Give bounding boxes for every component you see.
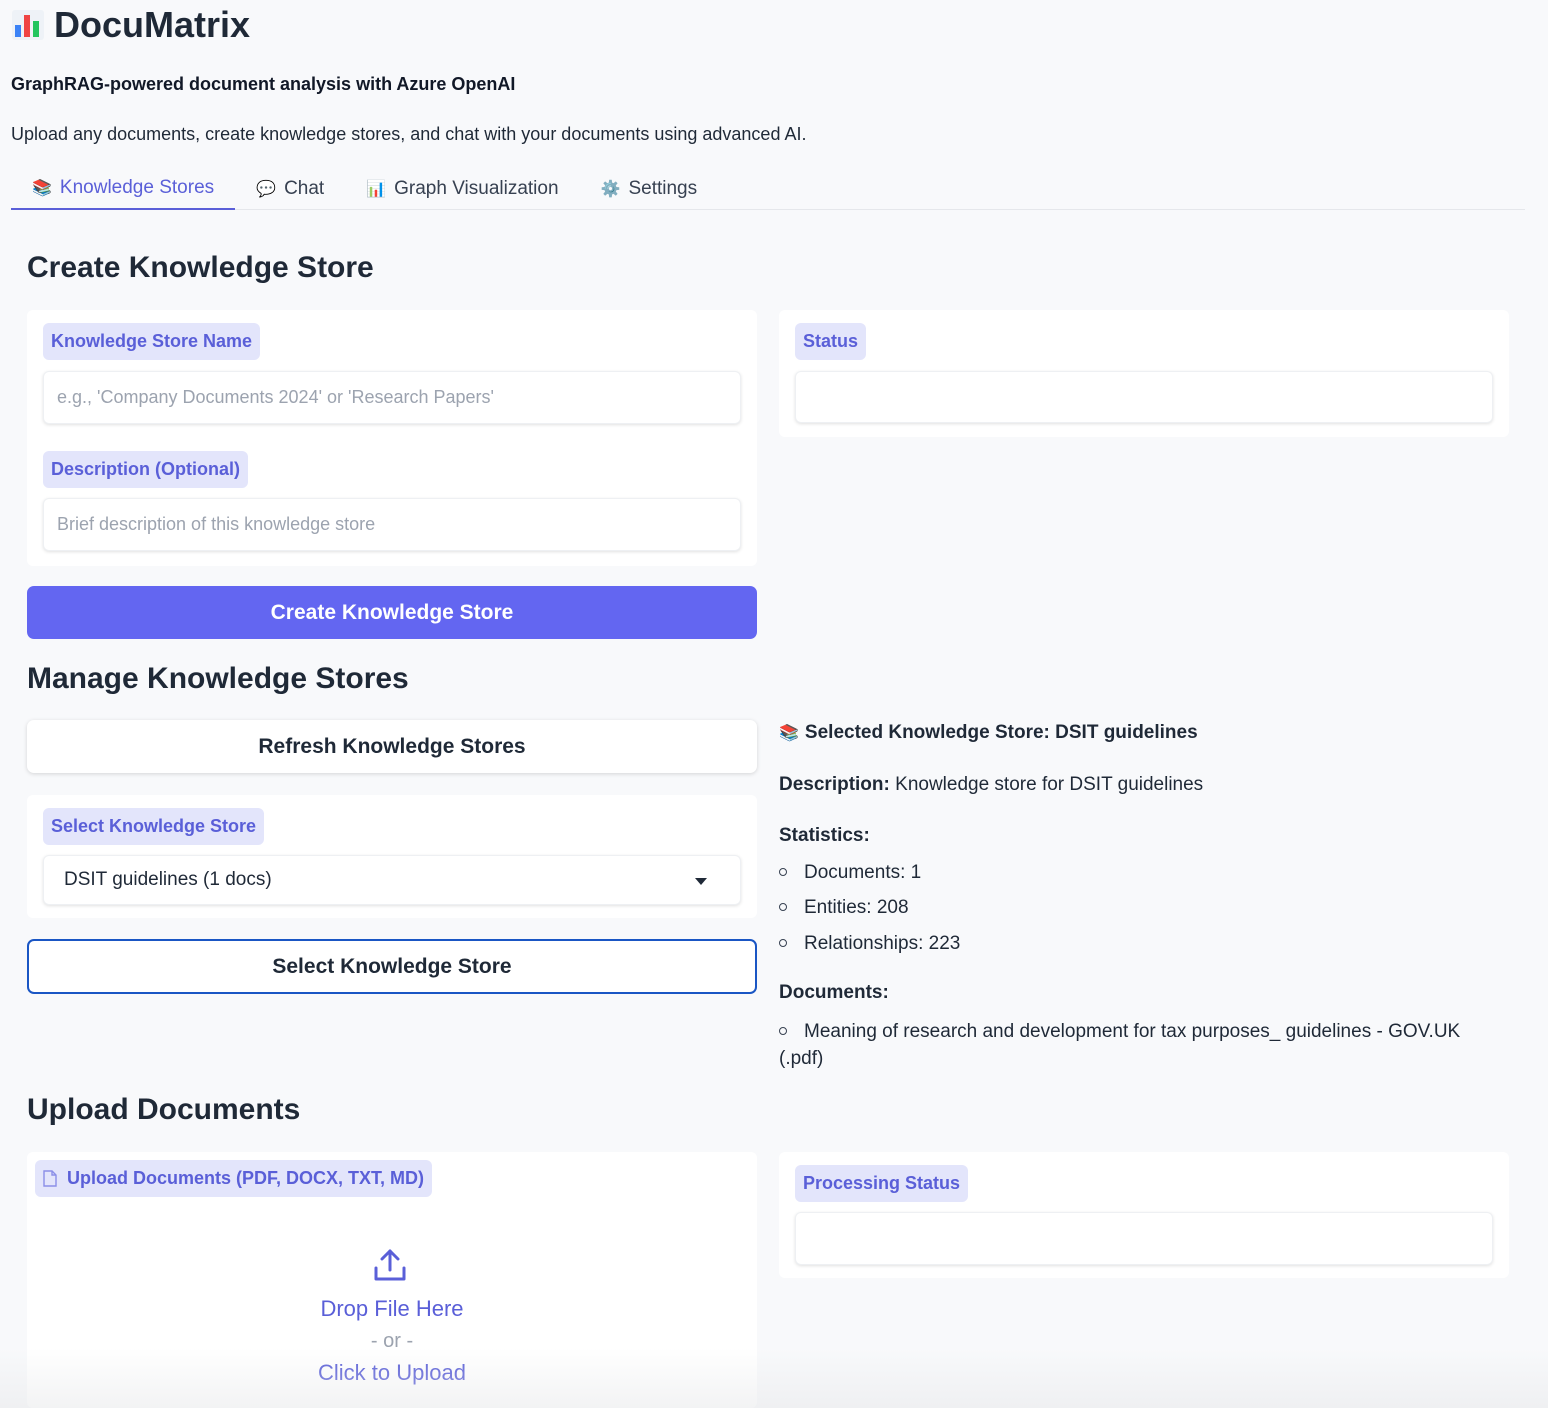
bar-chart-icon: 📊 (366, 181, 387, 198)
upload-label: Upload Documents (PDF, DOCX, TXT, MD) (35, 1160, 433, 1197)
app-subtitle: GraphRAG-powered document analysis with … (11, 74, 516, 94)
statistics-heading: Statistics: (779, 825, 870, 846)
app-title: DocuMatrix (12, 4, 250, 46)
chevron-down-icon (695, 878, 707, 885)
description-key: Description: (779, 774, 890, 795)
status-output (795, 371, 1493, 423)
tab-label: Graph Visualization (394, 178, 559, 199)
upload-section-title: Upload Documents (27, 1093, 301, 1126)
description-input[interactable]: Brief description of this knowledge stor… (43, 498, 741, 551)
bullet-icon (779, 868, 787, 876)
create-section-title: Create Knowledge Store (27, 251, 374, 284)
stat-entities: Entities: 208 (804, 897, 909, 918)
speech-bubble-icon: 💬 (256, 181, 277, 198)
tab-label: Chat (284, 178, 325, 199)
description-label: Description (Optional) (43, 451, 248, 488)
bullet-icon (779, 939, 787, 947)
tab-label: Settings (628, 178, 698, 199)
manage-section-title: Manage Knowledge Stores (27, 662, 409, 695)
status-label: Status (795, 323, 867, 360)
selected-store-heading-text: Selected Knowledge Store: DSIT guideline… (804, 722, 1198, 743)
list-item: Entities: 208 (779, 897, 909, 919)
stat-relationships: Relationships: 223 (804, 933, 961, 954)
upload-label-text: Upload Documents (PDF, DOCX, TXT, MD) (67, 1168, 425, 1188)
app-title-text: DocuMatrix (54, 4, 251, 45)
tab-label: Knowledge Stores (59, 177, 215, 198)
tab-chat[interactable]: 💬 Chat (235, 168, 345, 210)
or-separator: - or - (370, 1330, 414, 1352)
upload-icon (372, 1248, 408, 1287)
bar-chart-icon (12, 10, 44, 40)
tab-knowledge-stores[interactable]: 📚 Knowledge Stores (11, 168, 236, 210)
file-icon (43, 1170, 57, 1187)
app-intro: Upload any documents, create knowledge s… (11, 124, 807, 144)
tab-graph-visualization[interactable]: 📊 Graph Visualization (345, 168, 579, 210)
selected-store-heading: 📚 Selected Knowledge Store: DSIT guidelin… (779, 722, 1198, 744)
list-item: Relationships: 223 (779, 933, 960, 955)
description-value: Knowledge store for DSIT guidelines (895, 774, 1204, 795)
documents-heading: Documents: (779, 982, 889, 1003)
list-item: Meaning of research and development for … (779, 1018, 1479, 1072)
processing-status-label: Processing Status (795, 1165, 969, 1202)
tab-settings[interactable]: ⚙️ Settings (580, 168, 719, 210)
document-name: Meaning of research and development for … (779, 1021, 1461, 1069)
drop-file-text[interactable]: Drop File Here (27, 1296, 757, 1322)
bullet-icon (779, 1027, 787, 1035)
gear-icon: ⚙️ (600, 181, 621, 198)
processing-status-output (795, 1212, 1493, 1265)
refresh-knowledge-stores-button[interactable]: Refresh Knowledge Stores (27, 720, 757, 773)
knowledge-store-dropdown[interactable]: DSIT guidelines (1 docs) (43, 855, 741, 905)
name-label: Knowledge Store Name (43, 323, 261, 360)
stat-documents: Documents: 1 (804, 862, 922, 883)
click-to-upload-text[interactable]: Click to Upload (27, 1360, 757, 1386)
list-item: Documents: 1 (779, 862, 921, 884)
books-icon: 📚 (32, 180, 52, 197)
bullet-icon (779, 903, 787, 911)
create-knowledge-store-button[interactable]: Create Knowledge Store (27, 586, 757, 639)
dropdown-value: DSIT guidelines (1 docs) (64, 869, 272, 890)
tab-bar: 📚 Knowledge Stores 💬 Chat 📊 Graph Visual… (11, 168, 1525, 210)
selected-description: Description: Knowledge store for DSIT gu… (779, 774, 1203, 796)
select-label: Select Knowledge Store (43, 808, 265, 845)
books-icon: 📚 (779, 725, 799, 742)
select-knowledge-store-button[interactable]: Select Knowledge Store (27, 939, 757, 994)
knowledge-store-name-input[interactable]: e.g., 'Company Documents 2024' or 'Resea… (43, 371, 741, 424)
